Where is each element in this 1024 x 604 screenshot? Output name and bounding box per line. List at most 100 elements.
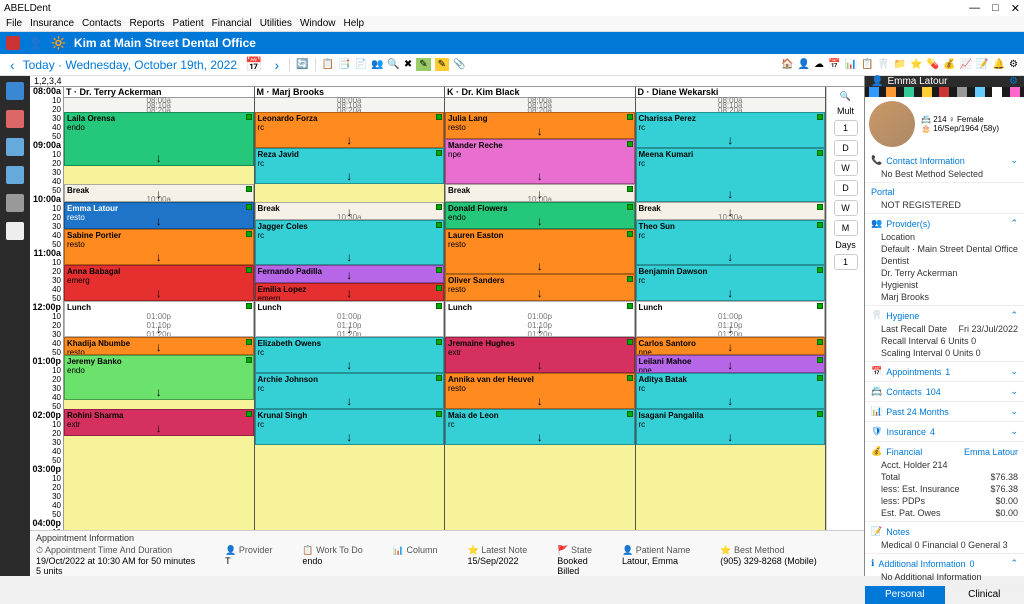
view-w2-button[interactable]: W — [834, 200, 858, 216]
tb-r12[interactable]: 📈 — [960, 59, 972, 70]
tb-r15[interactable]: ⚙ — [1009, 59, 1018, 70]
appointment-block[interactable]: Break10:00a10:10a10:20a↓ — [445, 184, 635, 202]
menu-patient[interactable]: Patient — [173, 18, 204, 29]
appointment-block[interactable]: Break10:30a10:40a10:50a↓ — [255, 202, 445, 220]
menu-window[interactable]: Window — [300, 18, 336, 29]
dock-btn-5[interactable] — [6, 194, 24, 212]
appointment-block[interactable]: Laila Orensaendo↓ — [64, 112, 254, 166]
appointment-block[interactable]: Reza Javidrc↓ — [255, 148, 445, 184]
tb-r13[interactable]: 📝 — [976, 59, 988, 70]
tb-r11[interactable]: 💰 — [943, 59, 955, 70]
dock-btn-3[interactable] — [6, 138, 24, 156]
appointment-block[interactable]: Sabine Portierresto↓ — [64, 229, 254, 265]
appointment-block[interactable]: Lunch01:00p01:10p01:20p01:30p01:40p01:50… — [255, 301, 445, 337]
tb-icon-7[interactable]: ✎ — [416, 58, 430, 71]
appointment-block[interactable]: Jeremy Bankoendo↓ — [64, 355, 254, 400]
view-m-button[interactable]: M — [834, 220, 858, 236]
view-w-button[interactable]: W — [834, 160, 858, 176]
tb-r9[interactable]: ⭐ — [910, 59, 922, 70]
chevron-down-icon[interactable]: ⌄ — [1010, 155, 1018, 166]
calendar-picker-icon[interactable]: 📅 — [241, 56, 266, 73]
appointment-block[interactable]: Break10:00a10:10a10:20a↓ — [64, 184, 254, 202]
mult-1-button[interactable]: 1 — [834, 120, 858, 136]
dock-btn-2[interactable] — [6, 110, 24, 128]
sb-ic9[interactable] — [1010, 87, 1020, 97]
appointment-block[interactable]: Theo Sunrc↓ — [636, 220, 826, 265]
menu-reports[interactable]: Reports — [130, 18, 165, 29]
appointment-block[interactable]: Mander Rechenpe↓ — [445, 139, 635, 184]
tb-r1[interactable]: 🏠 — [781, 59, 793, 70]
close-icon[interactable]: ✕ — [1011, 2, 1020, 15]
appointment-block[interactable]: Charissa Perezrc↓ — [636, 112, 826, 148]
tab-clinical[interactable]: Clinical — [945, 586, 1024, 604]
schedule-column[interactable]: K · Dr. Kim Black08:00a08:10a08:20aJulia… — [445, 87, 636, 530]
appointment-block[interactable]: Emma Latourresto↓ — [64, 202, 254, 229]
tb-r6[interactable]: 📋 — [861, 59, 873, 70]
appointment-block[interactable]: Leilani Mahoenpe↓ — [636, 355, 826, 373]
menu-financial[interactable]: Financial — [212, 18, 252, 29]
search-icon[interactable]: 🔍 — [840, 91, 851, 102]
appointment-block[interactable]: Meena Kumarirc↓ — [636, 148, 826, 202]
prev-day-button[interactable]: ‹ — [6, 57, 19, 73]
tb-r14[interactable]: 🔔 — [993, 59, 1005, 70]
sb-ic4[interactable] — [922, 87, 932, 97]
appointment-block[interactable]: Fernando Padilla↓ — [255, 265, 445, 283]
appointment-block[interactable]: Krunal Singhrc↓ — [255, 409, 445, 445]
appointment-block[interactable]: Maia de Leonrc↓ — [445, 409, 635, 445]
appointment-block[interactable]: Carlos Santoronpe↓ — [636, 337, 826, 355]
tb-icon-2[interactable]: 📑 — [338, 59, 350, 70]
appointment-block[interactable]: Archie Johnsonrc↓ — [255, 373, 445, 409]
menu-utilities[interactable]: Utilities — [260, 18, 292, 29]
appointment-block[interactable]: Leonardo Forzarc↓ — [255, 112, 445, 148]
tb-icon-4[interactable]: 👥 — [371, 59, 383, 70]
dock-btn-1[interactable] — [6, 82, 24, 100]
grid-tabs[interactable]: 1,2,3,4 — [30, 76, 864, 87]
view-d-button[interactable]: D — [834, 140, 858, 156]
tb-icon-1[interactable]: 📋 — [322, 59, 334, 70]
days-1-button[interactable]: 1 — [834, 254, 858, 270]
appointment-block[interactable]: Rohini Sharmaextr↓ — [64, 409, 254, 436]
view-d2-button[interactable]: D — [834, 180, 858, 196]
appointment-block[interactable]: Donald Flowersendo↓ — [445, 202, 635, 229]
app-menu-icon[interactable]: 🔆 — [51, 36, 66, 50]
tb-icon-9[interactable]: 📎 — [453, 59, 465, 70]
next-day-button[interactable]: › — [270, 57, 283, 73]
appointment-block[interactable]: Lunch01:00p01:10p01:20p01:30p01:40p01:50… — [445, 301, 635, 337]
refresh-icon[interactable]: 🔄 — [296, 59, 308, 70]
tb-r7[interactable]: 🦷 — [877, 59, 889, 70]
sb-ic2[interactable] — [886, 87, 896, 97]
appointment-block[interactable]: Break10:30a10:40a10:50a↓ — [636, 202, 826, 220]
tb-r2[interactable]: 👤 — [798, 59, 810, 70]
dock-btn-6[interactable] — [6, 222, 24, 240]
schedule-column[interactable]: M · Marj Brooks08:00a08:10a08:20aLeonard… — [255, 87, 446, 530]
date-label[interactable]: Today · Wednesday, October 19th, 2022 — [23, 58, 237, 72]
schedule-column[interactable]: D · Diane Wekarski08:00a08:10a08:20aChar… — [636, 87, 827, 530]
book-icon[interactable] — [6, 36, 20, 50]
tab-personal[interactable]: Personal — [865, 586, 945, 604]
appointment-block[interactable]: Benjamin Dawsonrc↓ — [636, 265, 826, 301]
sb-ic1[interactable] — [869, 87, 879, 97]
appointment-block[interactable]: Lunch01:00p01:10p01:20p01:30p01:40p01:50… — [636, 301, 826, 337]
appointment-block[interactable]: Anna Babagalemerg↓ — [64, 265, 254, 301]
tb-icon-5[interactable]: 🔍 — [387, 59, 399, 70]
appointment-block[interactable]: Aditya Batakrc↓ — [636, 373, 826, 409]
sb-ic6[interactable] — [957, 87, 967, 97]
appointment-block[interactable]: Jremaine Hughesextr↓ — [445, 337, 635, 373]
tb-r4[interactable]: 📅 — [828, 59, 840, 70]
sidebar-settings-icon[interactable]: ⚙ — [1009, 76, 1018, 87]
sb-ic5[interactable] — [939, 87, 949, 97]
appointment-block[interactable]: Lauren Eastonresto↓ — [445, 229, 635, 274]
appointment-block[interactable]: Lunch01:00p01:10p01:20p01:30p01:40p01:50… — [64, 301, 254, 337]
appointment-block[interactable]: Annika van der Heuvelresto↓ — [445, 373, 635, 409]
tb-r8[interactable]: 📁 — [894, 59, 906, 70]
menu-file[interactable]: File — [6, 18, 22, 29]
appointment-block[interactable]: Isagani Pangalilarc↓ — [636, 409, 826, 445]
appointment-block[interactable]: Julia Langresto↓ — [445, 112, 635, 139]
maximize-icon[interactable]: □ — [992, 2, 999, 15]
appointment-block[interactable]: Elizabeth Owensrc↓ — [255, 337, 445, 373]
minimize-icon[interactable]: — — [969, 2, 980, 15]
tb-r3[interactable]: ☁ — [814, 59, 824, 70]
appointment-block[interactable]: Khadija Nbumberesto↓ — [64, 337, 254, 355]
appointment-block[interactable]: Jagger Colesrc↓ — [255, 220, 445, 265]
dock-btn-4[interactable] — [6, 166, 24, 184]
